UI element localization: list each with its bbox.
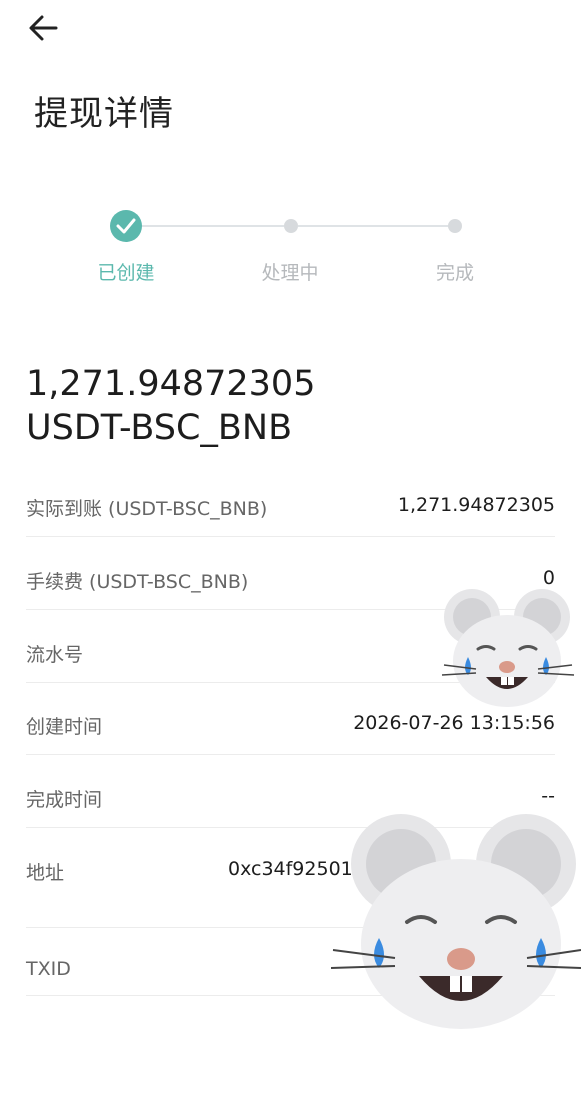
amount-value: 1,271.94872305	[26, 364, 316, 404]
crying-mouse-emoji	[441, 589, 575, 707]
step-complete-dot	[448, 219, 462, 233]
step-connector	[142, 225, 284, 227]
step-created-check-icon	[110, 210, 142, 242]
progress-stepper: 已创建 处理中 完成	[0, 200, 581, 290]
amount-currency: USDT-BSC_BNB	[26, 408, 293, 448]
arrow-left-icon	[29, 15, 58, 41]
crying-mouse-emoji	[331, 814, 581, 1029]
step-connector	[298, 225, 448, 227]
step-label-created: 已创建	[97, 262, 155, 284]
divider	[26, 754, 555, 755]
page-title: 提现详情	[34, 94, 174, 134]
step-label-processing: 处理中	[261, 262, 319, 284]
created-label: 创建时间	[26, 716, 103, 738]
back-button[interactable]	[24, 8, 64, 48]
fee-label: 手续费 (USDT-BSC_BNB)	[26, 571, 249, 593]
serial-label: 流水号	[26, 644, 84, 666]
step-label-complete: 完成	[435, 262, 474, 284]
divider	[26, 536, 555, 537]
step-processing-dot	[284, 219, 298, 233]
address-label: 地址	[26, 862, 65, 884]
txid-label: TXID	[26, 958, 71, 980]
received-label: 实际到账 (USDT-BSC_BNB)	[26, 498, 268, 520]
created-value: 2026-07-26 13:15:56	[353, 712, 555, 734]
withdraw-amount: 1,271.94872305 USDT-BSC_BNB	[26, 362, 315, 450]
received-value: 1,271.94872305	[397, 494, 555, 516]
completed-label: 完成时间	[26, 789, 103, 811]
